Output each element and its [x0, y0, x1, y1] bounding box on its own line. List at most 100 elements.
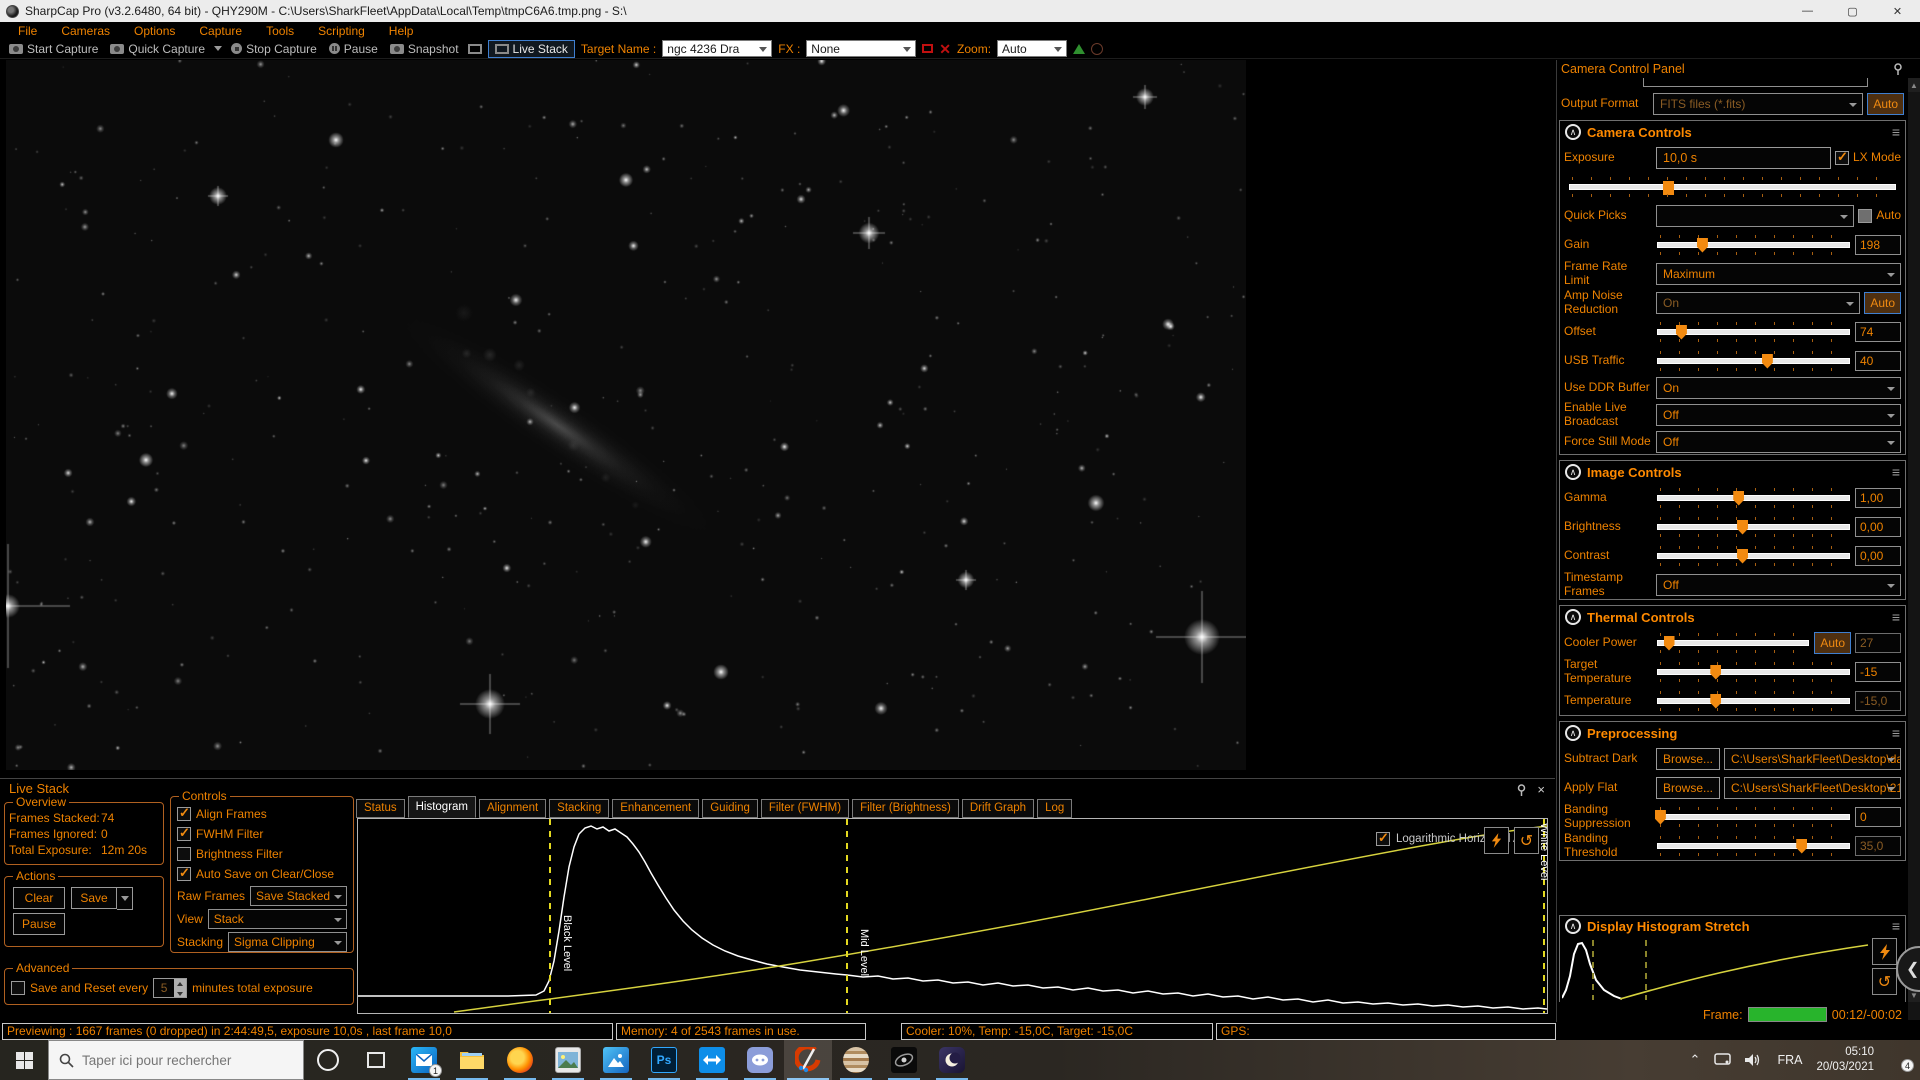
taskbar-search[interactable]	[48, 1040, 304, 1080]
collapse-icon[interactable]: ∧	[1565, 124, 1581, 140]
tab-filter-fwhm[interactable]: Filter (FWHM)	[761, 799, 849, 818]
volume-icon[interactable]	[1745, 1053, 1763, 1067]
menu-capture[interactable]: Capture	[189, 24, 252, 38]
fwhm-filter-checkbox[interactable]	[177, 827, 191, 841]
close-button[interactable]: ✕	[1875, 0, 1920, 22]
apply-flat-browse-button[interactable]: Browse...	[1656, 777, 1720, 799]
brightness-slider[interactable]	[1658, 516, 1849, 538]
broadcast-select[interactable]: Off	[1656, 404, 1901, 426]
timestamp-select[interactable]: Off	[1656, 574, 1901, 596]
tab-status[interactable]: Status	[356, 799, 405, 818]
reset-levels-button[interactable]: ↺	[1514, 827, 1539, 854]
quick-picks-select[interactable]	[1656, 205, 1854, 227]
pin-icon[interactable]	[1892, 63, 1904, 75]
usb-traffic-slider[interactable]	[1658, 350, 1849, 372]
section-menu-icon[interactable]: ≡	[1892, 124, 1900, 140]
menu-cameras[interactable]: Cameras	[51, 24, 120, 38]
close-dock-icon[interactable]: ×	[1537, 782, 1545, 797]
tab-drift-graph[interactable]: Drift Graph	[962, 799, 1034, 818]
view-select[interactable]: Stack	[208, 909, 347, 929]
subtract-dark-path-select[interactable]: C:\Users\SharkFleet\Desktop\dark..	[1724, 748, 1901, 770]
minimize-button[interactable]: —	[1785, 0, 1830, 22]
gain-value[interactable]: 198	[1855, 235, 1901, 255]
banding-suppression-value[interactable]: 0	[1855, 807, 1901, 827]
collapse-icon[interactable]: ∧	[1565, 464, 1581, 480]
force-still-select[interactable]: Off	[1656, 431, 1901, 453]
tab-enhancement[interactable]: Enhancement	[612, 799, 699, 818]
save-button[interactable]: Save	[71, 887, 117, 909]
quick-picks-auto-checkbox[interactable]	[1858, 209, 1872, 223]
taskbar-app-explorer[interactable]	[448, 1040, 496, 1080]
frame-rate-select[interactable]: Maximum	[1656, 263, 1901, 285]
autosave-checkbox[interactable]	[177, 867, 191, 881]
section-menu-icon[interactable]: ≡	[1892, 464, 1900, 480]
ddr-select[interactable]: On	[1656, 377, 1901, 399]
tab-stacking[interactable]: Stacking	[549, 799, 609, 818]
gamma-slider[interactable]	[1658, 487, 1849, 509]
menu-file[interactable]: File	[8, 24, 47, 38]
collapse-icon[interactable]: ∧	[1565, 918, 1581, 934]
clear-selection-icon[interactable]: ✕	[939, 42, 951, 56]
scroll-up-icon[interactable]: ▲	[1908, 78, 1920, 92]
brightness-value[interactable]: 0,00	[1855, 517, 1901, 537]
collapse-icon[interactable]: ∧	[1565, 609, 1581, 625]
live-stack-button[interactable]: Live Stack	[488, 40, 575, 58]
pin-icon[interactable]	[1516, 784, 1527, 796]
save-dropdown-icon[interactable]	[117, 887, 133, 910]
quick-capture-button[interactable]: Quick Capture	[107, 42, 208, 56]
task-view-button[interactable]	[352, 1040, 400, 1080]
auto-levels-button[interactable]	[1484, 827, 1509, 854]
zoom-select[interactable]: Auto	[997, 40, 1067, 57]
section-menu-icon[interactable]: ≡	[1892, 918, 1900, 934]
amp-noise-select[interactable]: On	[1656, 292, 1860, 314]
contrast-slider[interactable]	[1658, 545, 1849, 567]
start-capture-button[interactable]: Start Capture	[6, 42, 101, 56]
target-temp-value[interactable]: -15	[1855, 662, 1901, 682]
menu-tools[interactable]: Tools	[256, 24, 304, 38]
offset-slider[interactable]	[1658, 321, 1849, 343]
search-input[interactable]	[82, 1053, 282, 1068]
brightness-filter-checkbox[interactable]	[177, 847, 191, 861]
taskbar-app-photos[interactable]	[592, 1040, 640, 1080]
save-reset-checkbox[interactable]	[11, 981, 25, 995]
reticle-icon[interactable]	[1091, 43, 1103, 55]
quick-capture-dropdown-icon[interactable]	[214, 46, 222, 51]
menu-options[interactable]: Options	[124, 24, 185, 38]
output-format-select[interactable]: FITS files (*.fits)	[1653, 93, 1863, 115]
banding-suppression-slider[interactable]	[1658, 806, 1849, 828]
stop-capture-button[interactable]: Stop Capture	[228, 42, 320, 56]
reset-stretch-button[interactable]: ↺	[1872, 968, 1897, 995]
tab-filter-brightness[interactable]: Filter (Brightness)	[852, 799, 959, 818]
target-name-select[interactable]: ngc 4236 Dra	[662, 40, 772, 57]
taskbar-app-teamviewer[interactable]	[688, 1040, 736, 1080]
taskbar-app-winjupos[interactable]	[832, 1040, 880, 1080]
cortana-button[interactable]	[304, 1040, 352, 1080]
tab-log[interactable]: Log	[1037, 799, 1072, 818]
lx-mode-checkbox[interactable]	[1835, 151, 1849, 165]
taskbar-app-stellarium[interactable]	[928, 1040, 976, 1080]
exposure-input[interactable]: 10,0 s	[1656, 147, 1831, 169]
tray-expand-icon[interactable]: ⌃	[1690, 1052, 1701, 1068]
tab-histogram[interactable]: Histogram	[408, 796, 476, 818]
banding-threshold-slider[interactable]	[1658, 835, 1849, 857]
section-menu-icon[interactable]: ≡	[1892, 725, 1900, 741]
panel-scrollbar[interactable]: ▲ ▼	[1908, 78, 1920, 1020]
exposure-slider[interactable]	[1570, 176, 1895, 198]
maximize-button[interactable]: ▢	[1830, 0, 1875, 22]
cooler-power-slider[interactable]	[1658, 632, 1808, 654]
monitor-icon[interactable]	[468, 44, 482, 54]
collapse-icon[interactable]: ∧	[1565, 725, 1581, 741]
temperature-slider[interactable]	[1658, 690, 1849, 712]
output-format-auto-button[interactable]: Auto	[1867, 93, 1904, 115]
tab-guiding[interactable]: Guiding	[702, 799, 758, 818]
language-indicator[interactable]: FRA	[1777, 1053, 1802, 1067]
section-menu-icon[interactable]: ≡	[1892, 609, 1900, 625]
tray-display-icon[interactable]	[1714, 1053, 1731, 1067]
taskbar-app-discord[interactable]	[736, 1040, 784, 1080]
usb-traffic-value[interactable]: 40	[1855, 351, 1901, 371]
tab-alignment[interactable]: Alignment	[479, 799, 546, 818]
stacking-select[interactable]: Sigma Clipping	[228, 932, 347, 952]
taskbar-app-mail[interactable]: 1	[400, 1040, 448, 1080]
menu-help[interactable]: Help	[379, 24, 424, 38]
menu-scripting[interactable]: Scripting	[308, 24, 375, 38]
